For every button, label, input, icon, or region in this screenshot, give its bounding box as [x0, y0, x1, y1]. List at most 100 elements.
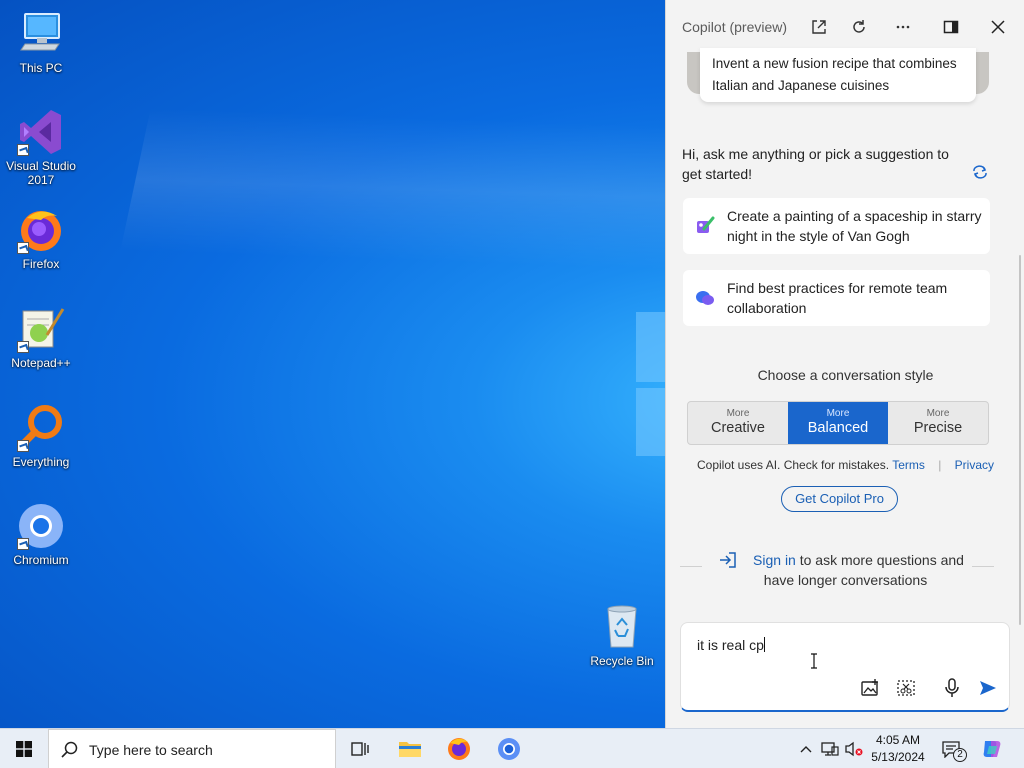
windows-logo-icon	[16, 741, 32, 757]
shortcut-arrow-icon	[17, 538, 29, 550]
desktop-icon-label: Everything	[12, 455, 70, 469]
refresh-suggestions-icon[interactable]	[971, 164, 991, 182]
style-small-label: More	[926, 408, 950, 419]
suggestion-text: Find best practices for remote team coll…	[727, 280, 948, 316]
close-icon[interactable]	[985, 14, 1011, 40]
terms-link[interactable]: Terms	[892, 458, 925, 472]
shortcut-arrow-icon	[17, 144, 29, 156]
scrollbar[interactable]	[1019, 255, 1021, 625]
conversation-style-selector[interactable]: More Creative More Balanced More Precise	[687, 401, 989, 445]
search-placeholder: Type here to search	[89, 742, 213, 758]
privacy-link[interactable]: Privacy	[955, 458, 994, 472]
paint-icon	[695, 216, 715, 236]
recycle-bin-icon	[598, 603, 646, 651]
suggestion-chip[interactable]: Create a painting of a spaceship in star…	[683, 198, 990, 254]
desktop-icon-label: Chromium	[13, 553, 69, 567]
send-icon[interactable]	[977, 677, 999, 699]
style-balanced-button[interactable]: More Balanced	[788, 402, 888, 444]
copilot-title: Copilot (preview)	[682, 19, 788, 35]
task-view-button[interactable]	[336, 729, 384, 768]
text-cursor-icon	[809, 653, 819, 669]
clock-date: 5/13/2024	[871, 750, 925, 764]
screenshot-capture-icon[interactable]	[895, 677, 917, 699]
divider	[680, 566, 702, 567]
suggestion-text: Create a painting of a spaceship in star…	[727, 208, 982, 244]
desktop-icon-firefox[interactable]: Firefox	[0, 206, 82, 271]
system-clock[interactable]: 4:05 AM 5/13/2024	[862, 732, 934, 766]
style-large-label: Creative	[711, 420, 765, 436]
desktop: This PC Visual Studio 2017 Firefox Notep…	[0, 0, 665, 728]
add-image-icon[interactable]	[859, 677, 881, 699]
style-large-label: Precise	[913, 420, 963, 436]
volume-muted-icon[interactable]	[845, 740, 863, 758]
notification-icon[interactable]: 2	[942, 740, 967, 762]
taskbar-firefox[interactable]	[435, 729, 483, 768]
shortcut-arrow-icon	[17, 242, 29, 254]
chat-bubbles-icon	[695, 288, 715, 308]
chromium-icon	[498, 738, 520, 760]
suggestion-chip[interactable]: Find best practices for remote team coll…	[683, 270, 990, 326]
firefox-icon	[448, 738, 470, 760]
desktop-icon-label: Firefox	[22, 257, 60, 271]
wallpaper-logo-pane	[636, 388, 665, 456]
chat-composer[interactable]: it is real cp	[680, 622, 1010, 712]
style-precise-button[interactable]: More Precise	[888, 402, 988, 444]
greeting-text: Hi, ask me anything or pick a suggestion…	[682, 146, 949, 182]
microphone-icon[interactable]	[941, 677, 963, 699]
clock-time: 4:05 AM	[875, 733, 921, 747]
style-large-label: Balanced	[807, 420, 869, 436]
style-creative-button[interactable]: More Creative	[688, 402, 788, 444]
firefox-icon	[17, 206, 65, 254]
desktop-icon-this-pc[interactable]: This PC	[0, 10, 82, 75]
desktop-icon-label: This PC	[19, 61, 63, 75]
desktop-icon-label: Recycle Bin	[590, 654, 654, 668]
desktop-icon-recycle-bin[interactable]: Recycle Bin	[581, 603, 663, 668]
divider: |	[938, 458, 942, 472]
copilot-taskbar-icon[interactable]	[981, 738, 1003, 760]
style-small-label: More	[726, 408, 750, 419]
shortcut-arrow-icon	[17, 341, 29, 353]
desktop-icon-notepad-plus-plus[interactable]: Notepad++	[0, 305, 82, 370]
desktop-icon-everything[interactable]: Everything	[0, 404, 82, 469]
disclaimer-text: Copilot uses AI. Check for mistakes.	[696, 458, 890, 472]
taskbar-chromium[interactable]	[485, 729, 533, 768]
wallpaper-light-beam	[119, 0, 665, 380]
start-button[interactable]	[0, 729, 48, 768]
chat-input[interactable]: it is real cp	[697, 637, 765, 653]
wallpaper-logo-pane	[636, 312, 665, 382]
network-icon[interactable]	[821, 740, 839, 758]
taskbar-search-box[interactable]: Type here to search	[48, 729, 336, 768]
divider	[972, 566, 994, 567]
conversation-area[interactable]: Invent a new fusion recipe that combines…	[666, 40, 1024, 610]
sign-in-link[interactable]: Sign in	[753, 552, 796, 568]
folder-icon	[399, 742, 421, 757]
chromium-icon	[17, 502, 65, 550]
notepad-plus-plus-icon	[17, 305, 65, 353]
everything-search-icon	[17, 404, 65, 452]
more-icon[interactable]	[890, 14, 916, 40]
shortcut-arrow-icon	[17, 440, 29, 452]
task-view-icon	[351, 742, 369, 756]
notification-count: 2	[953, 748, 967, 762]
chat-input-value: it is real cp	[697, 637, 764, 653]
open-external-icon[interactable]	[806, 14, 832, 40]
taskbar: Type here to search 4:05 AM 5/13/2024 2	[0, 728, 1024, 768]
get-copilot-pro-button[interactable]: Get Copilot Pro	[781, 486, 898, 512]
taskbar-file-explorer[interactable]	[386, 729, 434, 768]
style-small-label: More	[826, 408, 850, 419]
chevron-up-icon[interactable]	[797, 740, 815, 758]
dock-icon[interactable]	[938, 14, 964, 40]
desktop-icon-visual-studio[interactable]: Visual Studio 2017	[0, 108, 82, 187]
visual-studio-icon	[17, 108, 65, 156]
computer-icon	[17, 10, 65, 58]
sign-in-prompt: Sign in to ask more questions and have l…	[716, 550, 975, 590]
conversation-style-label: Choose a conversation style	[757, 367, 934, 383]
suggestion-card-top[interactable]: Invent a new fusion recipe that combines…	[700, 48, 976, 102]
ai-disclaimer: Copilot uses AI. Check for mistakes. Ter…	[666, 458, 1024, 472]
refresh-icon[interactable]	[846, 14, 872, 40]
desktop-icon-chromium[interactable]: Chromium	[0, 502, 82, 567]
text-caret	[763, 637, 765, 652]
desktop-icon-label: Visual Studio 2017	[6, 159, 76, 187]
copilot-panel: Copilot (preview) Invent a new fusion re…	[665, 0, 1024, 728]
search-icon	[61, 741, 78, 758]
